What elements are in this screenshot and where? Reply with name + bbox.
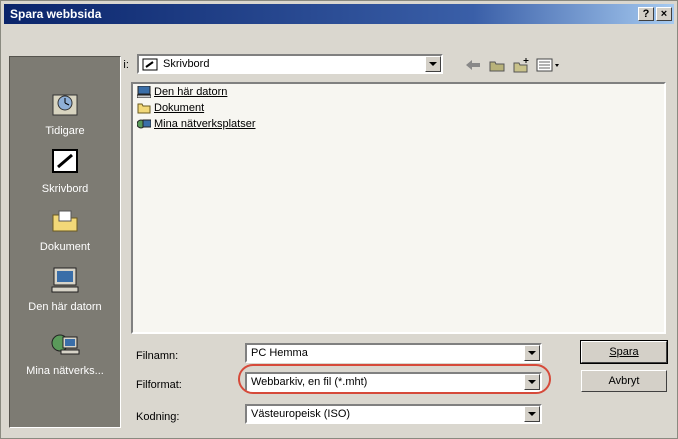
documents-folder-icon [52,210,78,232]
close-button[interactable]: × [656,7,672,21]
file-name: Den här datorn [154,86,228,99]
save-button[interactable]: Spara [580,340,668,364]
place-label: Skrivbord [41,183,89,195]
place-documents[interactable]: Dokument [10,203,120,263]
place-desktop[interactable]: Skrivbord [10,145,120,205]
chevron-down-icon[interactable] [524,406,540,422]
views-menu-icon[interactable] [535,56,563,74]
place-label: Dokument [39,241,91,253]
chevron-down-icon[interactable] [524,345,540,361]
filename-value: PC Hemma [251,347,308,359]
filename-label: Filnamn: [136,350,179,362]
new-folder-icon[interactable] [511,56,531,74]
list-item[interactable]: Mina nätverksplatser [137,118,256,134]
format-label: Filformat: [136,379,182,391]
file-list[interactable]: Den här datorn Dokument Mina nätverkspla… [131,82,666,334]
dialog-title: Spara webbsida [10,7,102,21]
history-icon [52,94,78,116]
folder-icon [137,103,151,114]
cancel-button[interactable]: Avbryt [581,370,667,392]
up-folder-icon[interactable] [487,56,507,74]
filename-field[interactable]: PC Hemma [245,343,542,363]
file-name: Mina nätverksplatser [154,118,256,131]
my-computer-icon [137,86,151,99]
help-button[interactable]: ? [638,7,654,21]
save-web-page-dialog: Spara webbsida ? × Spara i: Skrivbord Ti… [0,0,678,439]
place-history[interactable]: Tidigare [10,87,120,147]
encoding-dropdown[interactable]: Västeuropeisk (ISO) [245,404,542,424]
back-arrow-icon[interactable] [463,56,483,74]
place-network[interactable]: Mina nätverks... [10,327,120,387]
file-name: Dokument [154,102,205,115]
list-item[interactable]: Den här datorn [137,86,227,102]
place-my-computer[interactable]: Den här datorn [10,263,120,323]
place-label: Den här datorn [28,301,102,313]
save-button-label: Spara [609,346,639,358]
desktop-icon [142,58,158,71]
chevron-down-icon[interactable] [425,56,441,72]
places-bar: Tidigare Skrivbord Dokument Den här dato… [9,56,121,428]
place-label: Mina nätverks... [26,365,104,377]
title-bar[interactable]: Spara webbsida ? × [4,4,674,24]
network-places-icon [51,334,80,355]
list-item[interactable]: Dokument [137,102,204,118]
save-in-value: Skrivbord [163,58,210,70]
highlight-ring [238,364,551,394]
encoding-label: Kodning: [136,411,180,423]
place-label: Tidigare [45,125,85,137]
desktop-icon [52,149,78,173]
encoding-value: Västeuropeisk (ISO) [251,408,351,420]
my-computer-icon [51,267,79,293]
network-places-icon [137,119,151,129]
save-in-dropdown[interactable]: Skrivbord [137,54,443,74]
